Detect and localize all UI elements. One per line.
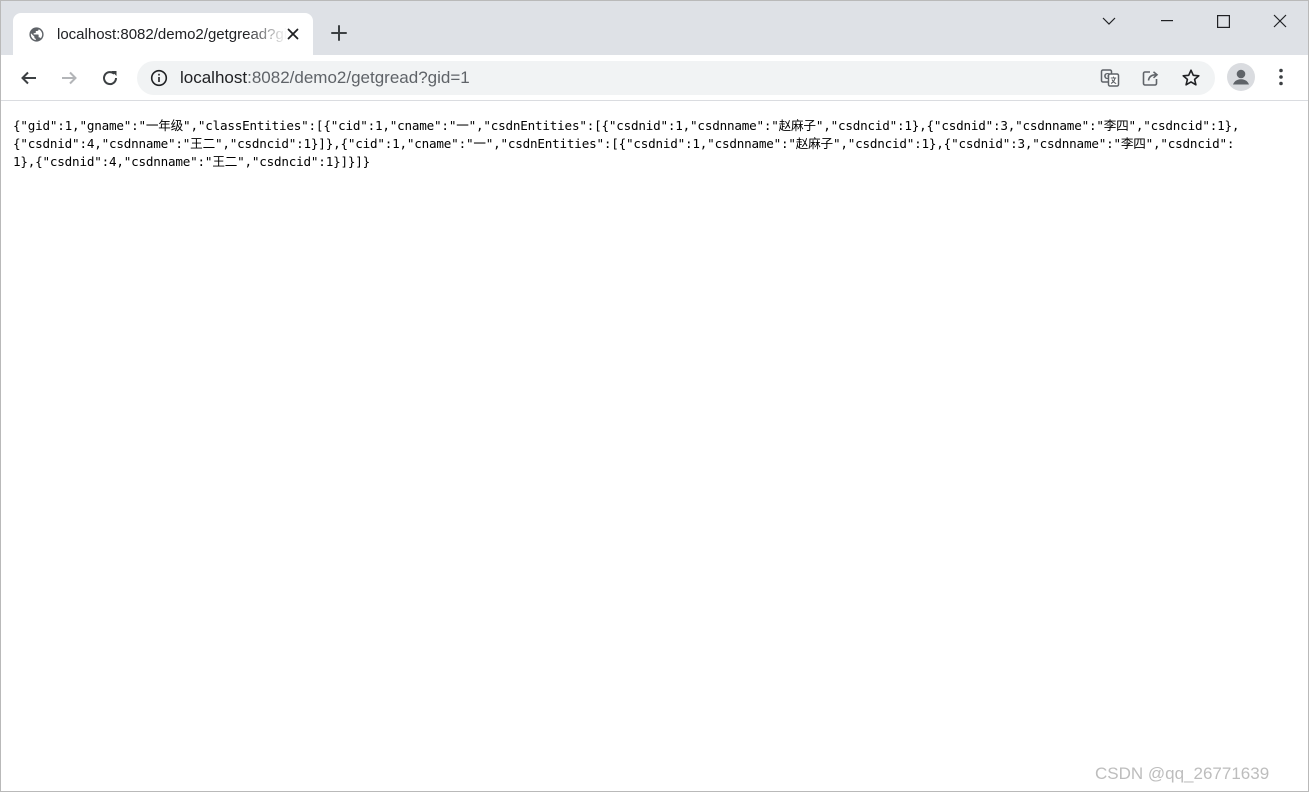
tab-search-chevron-down-icon[interactable] (1081, 1, 1137, 41)
arrow-right-icon[interactable] (54, 63, 84, 93)
kebab-menu-icon[interactable] (1269, 67, 1293, 87)
info-icon[interactable] (150, 69, 168, 87)
url-text[interactable]: localhost:8082/demo2/getgread?gid=1 (180, 68, 470, 88)
address-bar[interactable]: localhost:8082/demo2/getgread?gid=1 G (137, 61, 1215, 95)
reload-icon[interactable] (95, 63, 125, 93)
tab-title: localhost:8082/demo2/getgread?gid=1 (57, 26, 287, 43)
url-path: :8082/demo2/getgread?gid=1 (247, 68, 470, 87)
star-icon[interactable] (1181, 68, 1201, 88)
plus-icon[interactable] (327, 21, 351, 45)
tab-strip: localhost:8082/demo2/getgread?gid=1 (1, 1, 1308, 55)
maximize-icon[interactable] (1195, 1, 1251, 41)
share-icon[interactable] (1141, 68, 1161, 88)
watermark: CSDN @qq_26771639 (1095, 764, 1270, 783)
translate-icon[interactable]: G (1100, 68, 1120, 88)
close-icon[interactable] (283, 24, 303, 44)
browser-toolbar: localhost:8082/demo2/getgread?gid=1 G (1, 55, 1308, 101)
window-close-icon[interactable] (1252, 1, 1308, 41)
arrow-left-icon[interactable] (14, 63, 44, 93)
browser-window: localhost:8082/demo2/getgread?gid=1 (0, 0, 1309, 792)
page-content: {"gid":1,"gname":"一年级","classEntities":[… (1, 102, 1308, 791)
minimize-icon[interactable] (1139, 1, 1195, 41)
active-tab[interactable]: localhost:8082/demo2/getgread?gid=1 (13, 13, 313, 55)
globe-icon (28, 26, 45, 43)
url-host: localhost (180, 68, 248, 87)
avatar-icon[interactable] (1227, 63, 1255, 91)
json-response-text: {"gid":1,"gname":"一年级","classEntities":[… (13, 118, 1240, 169)
